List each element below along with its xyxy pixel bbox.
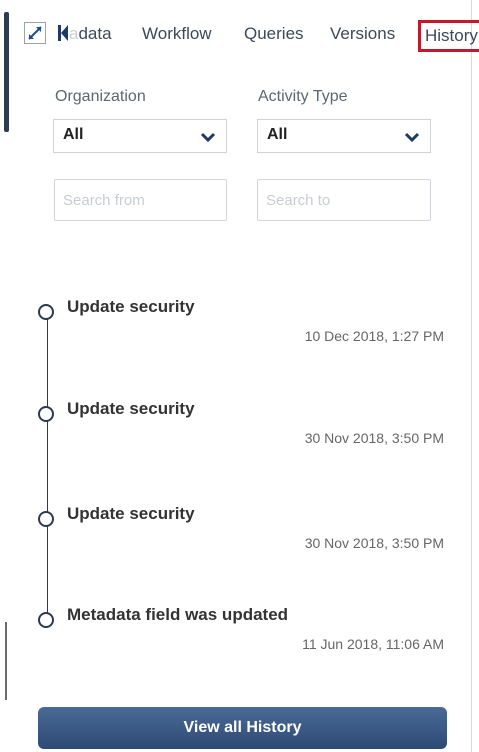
history-item: Metadata field was updated 11 Jun 2018, … [0, 605, 479, 692]
activity-type-select[interactable]: All [257, 119, 431, 153]
tab-bar: adata Workflow Queries Versions History [24, 20, 479, 52]
timeline-dot [38, 511, 54, 527]
chevron-down-icon [404, 132, 420, 143]
history-item: Update security 30 Nov 2018, 3:50 PM [0, 504, 479, 591]
timeline-dot [38, 304, 54, 320]
history-item-time: 10 Dec 2018, 1:27 PM [304, 328, 444, 344]
expand-icon[interactable] [24, 22, 46, 44]
tab-workflow[interactable]: Workflow [142, 24, 212, 44]
view-all-history-button[interactable]: View all History [38, 707, 447, 749]
history-item-time: 30 Nov 2018, 3:50 PM [304, 535, 444, 551]
tab-metadata[interactable]: adata [69, 24, 112, 44]
tab-queries[interactable]: Queries [244, 24, 304, 44]
organization-select[interactable]: All [53, 119, 227, 153]
tab-versions[interactable]: Versions [330, 24, 395, 44]
previous-tab-icon[interactable] [58, 24, 68, 42]
activity-type-select-value: All [267, 126, 288, 143]
rail-indicator-top [4, 12, 9, 132]
history-item-time: 11 Jun 2018, 11:06 AM [302, 636, 444, 652]
tab-metadata-label: data [78, 24, 112, 43]
history-item-title: Metadata field was updated [67, 605, 289, 624]
search-from-input[interactable] [54, 179, 227, 221]
chevron-down-icon [200, 132, 216, 143]
tab-history[interactable]: History [418, 20, 479, 52]
history-item: Update security 10 Dec 2018, 1:27 PM [0, 297, 479, 384]
organization-label: Organization [55, 88, 146, 105]
timeline-dot [38, 406, 54, 422]
history-item-title: Update security [67, 399, 195, 418]
organization-select-value: All [63, 126, 84, 143]
activity-type-label: Activity Type [258, 88, 348, 105]
history-item: Update security 30 Nov 2018, 3:50 PM [0, 399, 479, 486]
history-item-title: Update security [67, 297, 195, 316]
search-to-input[interactable] [257, 179, 431, 221]
history-item-time: 30 Nov 2018, 3:50 PM [304, 430, 444, 446]
history-item-title: Update security [67, 504, 195, 523]
timeline-dot [38, 612, 54, 628]
